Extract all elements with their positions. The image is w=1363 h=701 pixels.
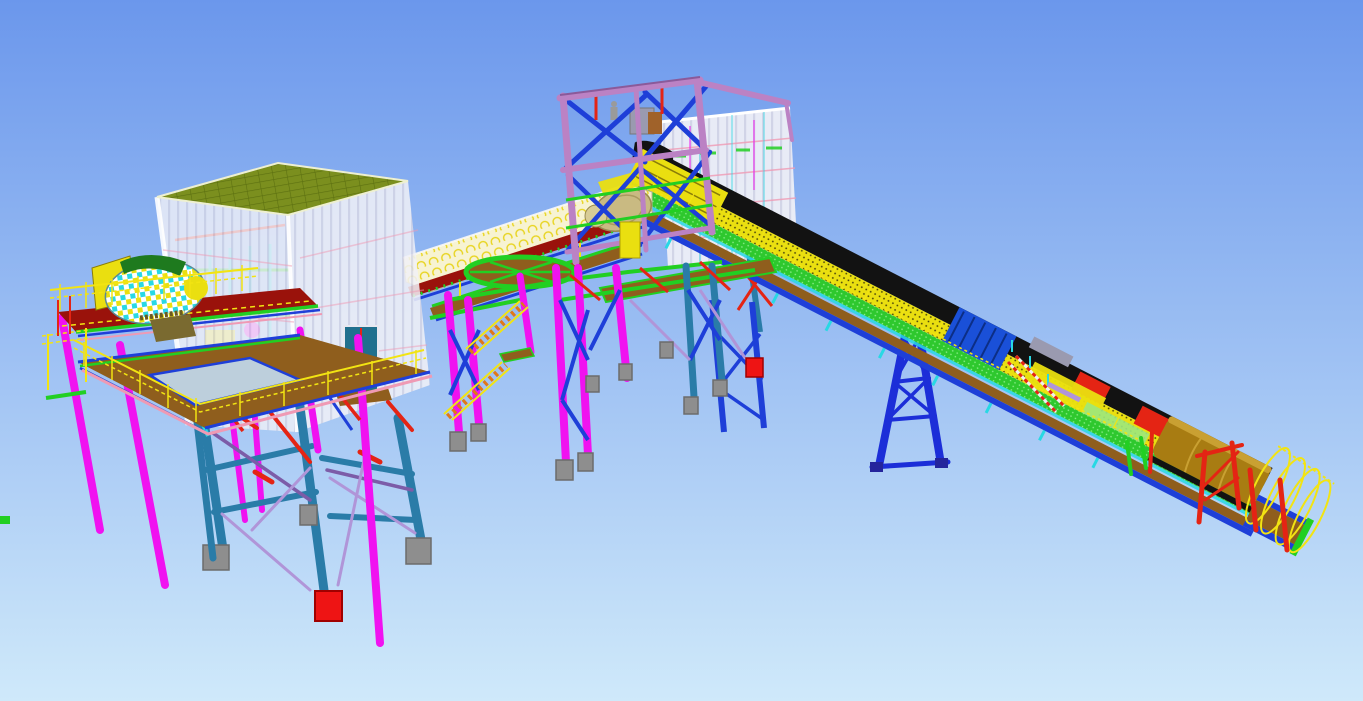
model-viewport[interactable] (0, 0, 1363, 701)
red-footing-mid (746, 358, 763, 377)
red-footing (315, 591, 342, 621)
trestle-base-pad (935, 458, 948, 468)
trestle-base-pad (870, 462, 883, 472)
tower-chute-yellow (620, 222, 640, 258)
person-figure (611, 101, 618, 120)
tower-equipment-brown (648, 112, 662, 134)
scene-canvas[interactable] (0, 0, 1363, 701)
